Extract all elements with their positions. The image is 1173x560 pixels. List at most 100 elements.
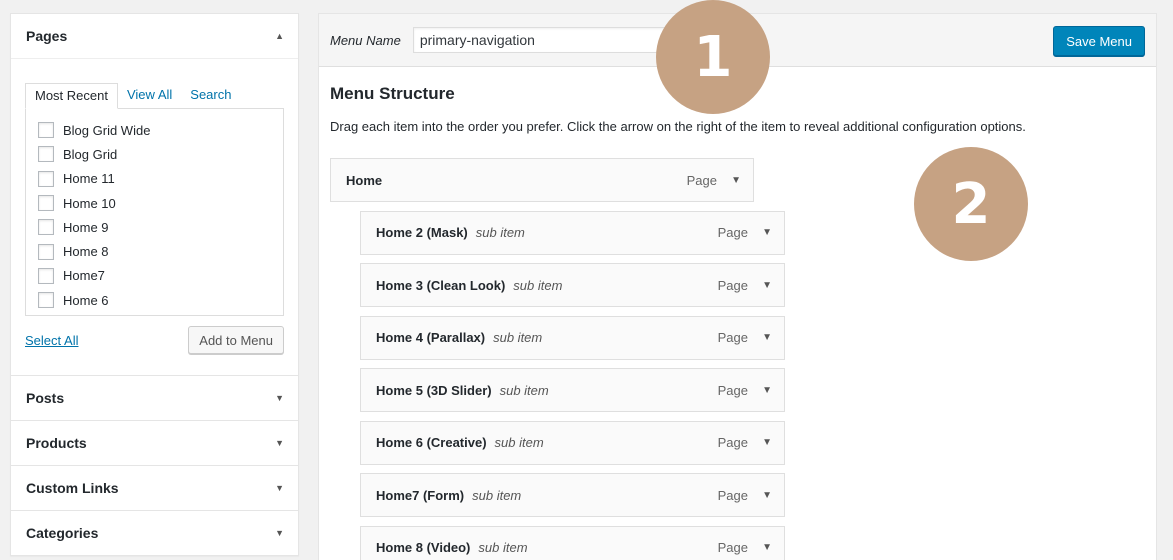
list-item: Home7 — [38, 264, 271, 288]
menu-name-label: Menu Name — [330, 32, 401, 48]
menu-item-type: Page — [717, 277, 748, 293]
menu-item-type: Page — [686, 172, 717, 188]
menu-structure-description: Drag each item into the order you prefer… — [330, 119, 1026, 134]
expand-icon[interactable]: ▼ — [275, 393, 284, 403]
page-label[interactable]: Home7 — [63, 268, 105, 283]
menu-item-subtype: sub item — [499, 382, 549, 398]
tab-view-all[interactable]: View All — [118, 83, 181, 109]
menu-item-title: Home 5 (3D Slider) — [376, 382, 492, 398]
expand-icon[interactable]: ▼ — [762, 385, 772, 396]
expand-icon[interactable]: ▼ — [762, 280, 772, 291]
menu-body: Menu Structure Drag each item into the o… — [319, 67, 1156, 560]
menu-item-type: Page — [717, 330, 748, 345]
page-label[interactable]: Blog Grid Wide — [63, 123, 150, 138]
tab-most-recent[interactable]: Most Recent — [25, 83, 118, 109]
page-checkbox[interactable] — [38, 122, 54, 139]
page-label[interactable]: Home 11 — [63, 171, 115, 186]
menu-item-title: Home 6 (Creative) — [376, 435, 487, 450]
pages-box-title: Pages — [26, 28, 68, 44]
list-item: Home 10 — [38, 191, 271, 215]
posts-box[interactable]: Posts ▼ — [10, 375, 299, 421]
expand-icon[interactable]: ▼ — [762, 332, 772, 343]
menu-item-title: Home 8 (Video) — [376, 540, 471, 555]
posts-box-header[interactable]: Posts ▼ — [11, 376, 298, 420]
menu-item-title: Home 2 (Mask) — [376, 225, 468, 240]
products-box[interactable]: Products ▼ — [10, 421, 299, 466]
list-item: Home 11 — [38, 167, 271, 191]
pages-box-header[interactable]: Pages ▲ — [11, 14, 298, 59]
save-menu-button[interactable]: Save Menu — [1053, 26, 1145, 56]
menu-item-subtype: sub item — [494, 435, 544, 450]
custom-links-box-title: Custom Links — [26, 480, 119, 496]
pages-box-body: Most Recent View All Search Blog Grid Wi… — [11, 59, 298, 375]
menu-item-title: Home 4 (Parallax) — [376, 330, 486, 345]
menu-item[interactable]: Home 5 (3D Slider) sub item Page ▼ — [360, 368, 785, 412]
page-label[interactable]: Home 8 — [63, 244, 109, 259]
add-to-menu-button[interactable]: Add to Menu — [188, 326, 284, 354]
page-checkbox[interactable] — [38, 170, 54, 187]
page-checkbox[interactable] — [38, 267, 54, 284]
menu-item-subtype: sub item — [478, 540, 528, 555]
page-label[interactable]: Blog Grid — [63, 147, 117, 162]
menu-item-subtype: sub item — [475, 225, 525, 240]
pages-checklist: Blog Grid Wide Blog Grid Home 11 Home 10… — [25, 108, 284, 316]
custom-links-box-header[interactable]: Custom Links ▼ — [11, 466, 298, 510]
pages-actions: Select All Add to Menu — [25, 326, 284, 354]
menu-item-type: Page — [717, 487, 748, 503]
expand-icon[interactable]: ▼ — [762, 437, 772, 448]
categories-box-title: Categories — [26, 525, 99, 541]
expand-icon[interactable]: ▼ — [275, 528, 284, 538]
menu-item-subtype: sub item — [472, 487, 522, 503]
products-box-header[interactable]: Products ▼ — [11, 421, 298, 465]
expand-icon[interactable]: ▼ — [762, 490, 772, 501]
page-checkbox[interactable] — [38, 146, 54, 163]
menu-name-input[interactable] — [412, 27, 691, 53]
page-label[interactable]: Home 6 — [63, 293, 109, 308]
collapse-icon[interactable]: ▲ — [275, 31, 284, 41]
menu-item-type: Page — [717, 382, 748, 398]
menu-item[interactable]: Home Page ▼ — [330, 158, 754, 202]
menu-item[interactable]: Home 8 (Video) sub item Page ▼ — [360, 525, 785, 560]
expand-icon[interactable]: ▼ — [731, 175, 741, 186]
menu-item-title: Home — [346, 172, 383, 188]
expand-icon[interactable]: ▼ — [762, 542, 772, 553]
page-checkbox[interactable] — [38, 292, 54, 309]
list-item: Home 9 — [38, 215, 271, 239]
posts-box-title: Posts — [26, 390, 65, 406]
menu-item-type: Page — [717, 435, 748, 450]
callout-badge-1: 1 — [656, 0, 770, 114]
list-item: Blog Grid Wide — [38, 118, 271, 142]
select-all-link[interactable]: Select All — [25, 333, 78, 348]
expand-icon[interactable]: ▼ — [762, 227, 772, 238]
list-item: Home 8 — [38, 239, 271, 263]
pages-tabs: Most Recent View All Search — [25, 83, 284, 109]
list-item: Home 6 — [38, 288, 271, 312]
page-checkbox[interactable] — [38, 243, 54, 260]
page-label[interactable]: Home 10 — [63, 196, 116, 211]
menu-items-sidebar: Pages ▲ Most Recent View All Search Blog… — [10, 13, 299, 556]
menu-item-subtype: sub item — [513, 277, 563, 293]
menu-item[interactable]: Home 6 (Creative) sub item Page ▼ — [360, 420, 785, 465]
expand-icon[interactable]: ▼ — [275, 483, 284, 493]
menu-item-title: Home7 (Form) — [376, 487, 465, 503]
menu-item-title: Home 3 (Clean Look) — [376, 277, 506, 293]
page-checkbox[interactable] — [38, 219, 54, 236]
callout-badge-2: 2 — [914, 147, 1028, 261]
pages-box: Pages ▲ Most Recent View All Search Blog… — [10, 13, 299, 375]
menu-item[interactable]: Home 3 (Clean Look) sub item Page ▼ — [360, 263, 785, 307]
categories-box[interactable]: Categories ▼ — [10, 511, 299, 556]
menu-item[interactable]: Home 4 (Parallax) sub item Page ▼ — [360, 315, 785, 360]
page-checkbox[interactable] — [38, 195, 54, 212]
expand-icon[interactable]: ▼ — [275, 438, 284, 448]
tab-search[interactable]: Search — [181, 83, 240, 109]
menu-item[interactable]: Home 2 (Mask) sub item Page ▼ — [360, 210, 785, 255]
menu-item-type: Page — [717, 540, 748, 555]
custom-links-box[interactable]: Custom Links ▼ — [10, 466, 299, 511]
menu-item-subtype: sub item — [493, 330, 543, 345]
list-item: Blog Grid — [38, 142, 271, 166]
products-box-title: Products — [26, 435, 87, 451]
menu-item-type: Page — [717, 225, 748, 240]
page-label[interactable]: Home 9 — [63, 220, 109, 235]
categories-box-header[interactable]: Categories ▼ — [11, 511, 298, 555]
menu-item[interactable]: Home7 (Form) sub item Page ▼ — [360, 473, 785, 517]
